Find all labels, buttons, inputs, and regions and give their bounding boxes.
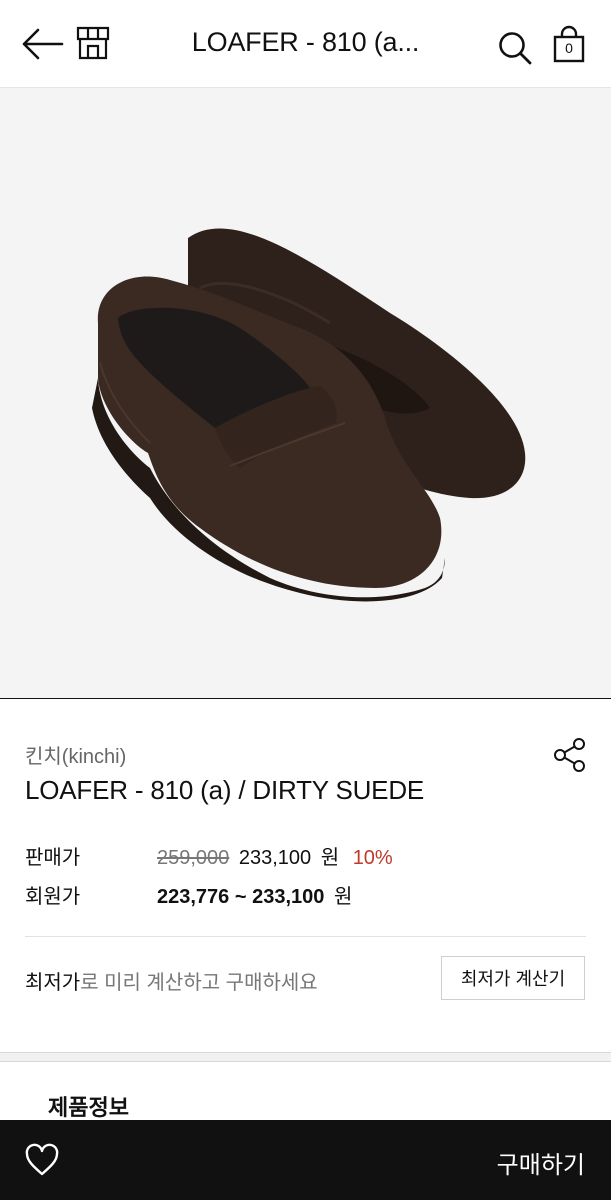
product-name: LOAFER - 810 (a) / DIRTY SUEDE — [25, 775, 425, 805]
search-icon[interactable] — [497, 30, 533, 66]
back-arrow-icon[interactable] — [20, 26, 64, 62]
bottom-action-bar: 구매하기 — [0, 1120, 611, 1200]
sale-price-row: 259,000 233,100 원 10% — [157, 841, 393, 870]
divider — [25, 936, 586, 937]
share-icon[interactable] — [550, 735, 590, 775]
heart-icon[interactable] — [24, 1143, 60, 1177]
member-price-label: 회원가 — [25, 886, 81, 908]
sale-price-unit: 원 — [320, 847, 340, 869]
cart-count: 0 — [565, 40, 573, 56]
page-title: LOAFER - 810 (a... — [191, 27, 420, 57]
buy-button[interactable]: 구매하기 — [497, 1145, 585, 1180]
brand-name[interactable]: 킨치(kinchi) — [25, 740, 126, 769]
lowest-price-hint: 최저가로 미리 계산하고 구매하세요 — [25, 966, 318, 995]
sale-price: 233,100 — [238, 847, 312, 869]
member-price-row: 223,776 ~ 233,100 원 — [157, 880, 352, 909]
section-title-product-info[interactable]: 제품정보 — [48, 1090, 129, 1122]
original-price: 259,000 — [157, 847, 230, 869]
top-header: LOAFER - 810 (a... 0 — [0, 0, 611, 88]
member-price-range: 223,776 ~ 233,100 — [157, 886, 325, 908]
lowest-price-hint-strong: 최저가 — [25, 972, 81, 994]
product-image[interactable] — [0, 88, 611, 699]
loafer-illustration — [92, 228, 526, 602]
member-price-unit: 원 — [333, 886, 353, 908]
discount-rate: 10% — [352, 847, 393, 869]
lowest-price-calculator-button[interactable]: 최저가 계산기 — [441, 956, 585, 1000]
store-icon[interactable] — [76, 26, 110, 60]
sale-price-label: 판매가 — [25, 847, 81, 869]
lowest-price-hint-rest: 로 미리 계산하고 구매하세요 — [80, 972, 318, 994]
section-separator — [0, 1052, 611, 1062]
